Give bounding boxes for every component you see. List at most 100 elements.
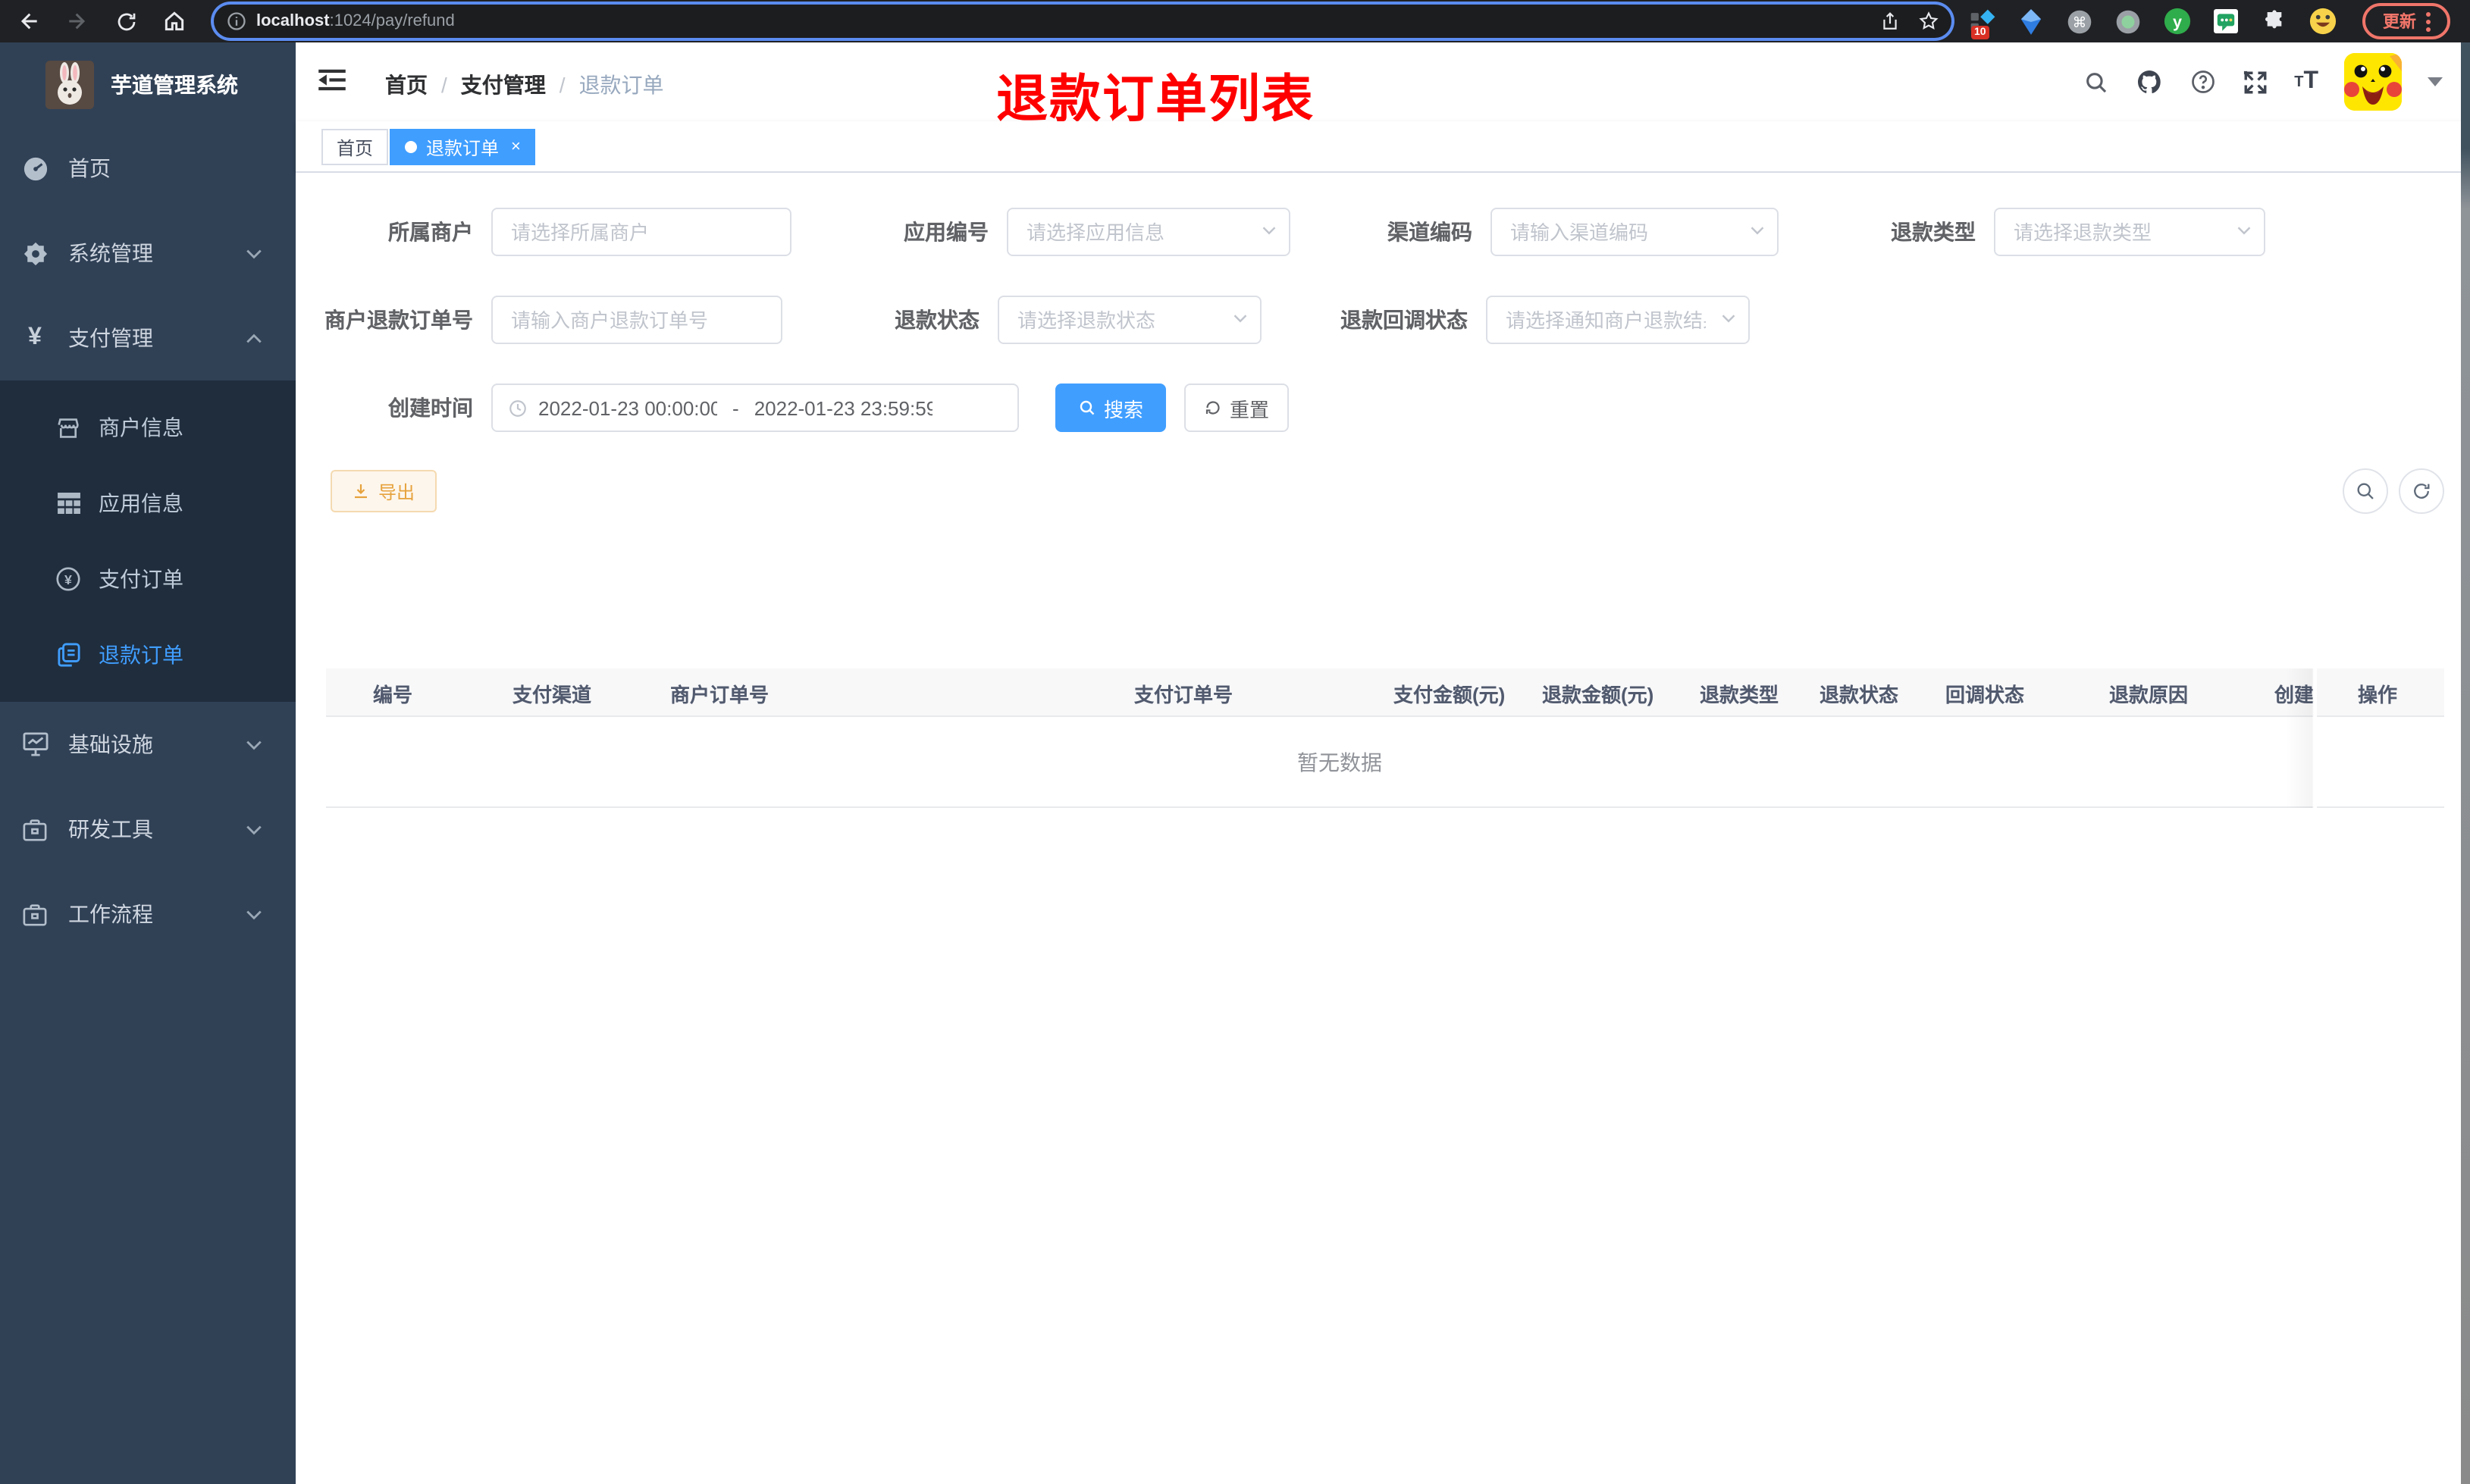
- extension-y-icon[interactable]: y: [2162, 7, 2191, 36]
- chevron-down-icon: [246, 739, 262, 750]
- active-dot-icon: [405, 141, 417, 153]
- merchant-input[interactable]: [491, 208, 791, 256]
- bookmark-star-icon[interactable]: [1918, 11, 1939, 32]
- extension-chat-icon[interactable]: [2211, 7, 2240, 36]
- store-icon: [56, 416, 80, 439]
- toolbox-icon: [21, 818, 49, 841]
- channel-select[interactable]: [1490, 208, 1779, 256]
- refresh-button[interactable]: [2399, 468, 2444, 514]
- search-icon[interactable]: [2083, 69, 2109, 95]
- share-icon[interactable]: [1880, 11, 1900, 32]
- sidebar-item-label: 基础设施: [68, 732, 153, 756]
- extensions-strip: 10 ⌘ y: [1968, 0, 2337, 42]
- sidebar-item-workflow[interactable]: 工作流程: [0, 872, 296, 956]
- sidebar-item-label: 退款订单: [99, 643, 183, 667]
- sidebar-item-label: 首页: [68, 156, 111, 180]
- extension-emoji-icon[interactable]: [2308, 7, 2337, 36]
- site-info-icon[interactable]: [226, 11, 247, 32]
- chevron-down-icon: [246, 248, 262, 258]
- tab-home[interactable]: 首页: [321, 129, 389, 165]
- breadcrumb-home[interactable]: 首页: [385, 70, 428, 100]
- sidebar-item-pay-order[interactable]: ¥ 支付订单: [0, 541, 296, 617]
- avatar-caret-icon[interactable]: [2428, 77, 2443, 86]
- window-scrollbar[interactable]: [2461, 42, 2470, 1484]
- show-search-button[interactable]: [2343, 468, 2388, 514]
- forward-icon[interactable]: [58, 2, 97, 41]
- sidebar-item-payment[interactable]: ¥ 支付管理: [0, 296, 296, 380]
- url-bar[interactable]: localhost:1024/pay/refund: [214, 5, 1951, 38]
- filter-app: 应用编号: [825, 208, 1290, 256]
- search-button[interactable]: 搜索: [1055, 384, 1166, 432]
- breadcrumb-payment[interactable]: 支付管理: [461, 70, 546, 100]
- col-callback-status: 回调状态: [1945, 683, 2025, 706]
- extension-puzzle-icon[interactable]: [2259, 7, 2288, 36]
- filter-channel: 渠道编码: [1309, 208, 1779, 256]
- sidebar-item-label: 应用信息: [99, 491, 183, 515]
- col-pay-channel: 支付渠道: [512, 683, 592, 706]
- payment-submenu: 商户信息 应用信息 ¥ 支付订单 退款订单: [0, 380, 296, 702]
- extension-blocks-icon[interactable]: 10: [1968, 7, 1997, 39]
- refund-status-select[interactable]: [998, 296, 1262, 344]
- url-text: localhost:1024/pay/refund: [256, 12, 455, 30]
- col-refund-reason: 退款原因: [2109, 683, 2189, 706]
- dashboard-icon: [21, 155, 49, 181]
- svg-text:¥: ¥: [64, 572, 72, 587]
- tags-view-bar: 首页 退款订单 ×: [296, 121, 2470, 173]
- fixed-column-divider: [2285, 668, 2317, 808]
- tab-refund-order[interactable]: 退款订单 ×: [390, 129, 536, 165]
- home-icon[interactable]: [155, 2, 194, 41]
- sidebar-item-merchant-info[interactable]: 商户信息: [0, 390, 296, 465]
- date-end: 2022-01-23 23:59:59: [754, 396, 933, 419]
- refund-doc-icon: [56, 643, 80, 667]
- app-select[interactable]: [1007, 208, 1290, 256]
- collapse-sidebar-button[interactable]: [318, 68, 346, 92]
- sidebar-item-app-info[interactable]: 应用信息: [0, 465, 296, 541]
- notify-status-select[interactable]: [1486, 296, 1750, 344]
- reset-button[interactable]: 重置: [1184, 384, 1289, 432]
- close-tab-icon[interactable]: ×: [511, 138, 521, 156]
- extension-command-icon[interactable]: ⌘: [2065, 7, 2094, 36]
- github-icon[interactable]: [2135, 68, 2164, 95]
- table-body: 暂无数据: [326, 717, 2444, 808]
- fullscreen-icon[interactable]: [2243, 69, 2268, 95]
- extension-circle-icon[interactable]: [2114, 7, 2142, 36]
- monitor-icon: [21, 732, 49, 756]
- clock-icon: [508, 398, 528, 418]
- sidebar: 芋道管理系统 首页 系统管理 ¥ 支付管理 商户信息 应用信息 ¥ 支付订单 退…: [0, 42, 296, 1484]
- browser-menu-dots-icon[interactable]: [2425, 11, 2430, 31]
- empty-text: 暂无数据: [1297, 750, 1382, 775]
- filter-merchant-refund-no: 商户退款订单号: [309, 296, 782, 344]
- user-avatar[interactable]: [2344, 53, 2402, 111]
- sidebar-item-label: 支付管理: [68, 326, 153, 350]
- chevron-down-icon: [246, 824, 262, 834]
- sidebar-item-system[interactable]: 系统管理: [0, 211, 296, 296]
- extension-gem-icon[interactable]: [2017, 7, 2045, 36]
- sidebar-item-devtools[interactable]: 研发工具: [0, 787, 296, 872]
- refund-type-select[interactable]: [1994, 208, 2265, 256]
- font-size-icon[interactable]: TT: [2294, 68, 2318, 95]
- sidebar-item-infra[interactable]: 基础设施: [0, 702, 296, 787]
- col-refund-amount: 退款金额(元): [1542, 683, 1654, 706]
- sidebar-item-refund-order[interactable]: 退款订单: [0, 617, 296, 693]
- help-icon[interactable]: [2189, 68, 2217, 95]
- svg-text:y: y: [2172, 12, 2181, 31]
- col-pay-amount: 支付金额(元): [1393, 683, 1506, 706]
- date-range-picker[interactable]: 2022-01-23 00:00:00 - 2022-01-23 23:59:5…: [491, 384, 1019, 432]
- svg-text:⌘: ⌘: [2073, 14, 2087, 30]
- date-start: 2022-01-23 00:00:00: [538, 396, 717, 419]
- logo-avatar: [45, 60, 94, 108]
- content: 所属商户 应用编号 渠道编码: [296, 173, 2470, 1484]
- back-icon[interactable]: [9, 2, 49, 41]
- top-navbar: 首页 / 支付管理 / 退款订单 退款订单列表 T T: [296, 42, 2470, 129]
- reload-icon[interactable]: [106, 2, 146, 41]
- app-title: 芋道管理系统: [111, 72, 238, 96]
- briefcase-icon: [21, 903, 49, 925]
- gear-icon: [21, 240, 49, 266]
- update-button[interactable]: 更新: [2362, 3, 2450, 39]
- sidebar-item-home[interactable]: 首页: [0, 126, 296, 211]
- chevron-down-icon: [246, 909, 262, 919]
- export-button[interactable]: 导出: [331, 470, 437, 512]
- filter-notify-status: 退款回调状态: [1304, 296, 1750, 344]
- yen-circle-icon: ¥: [56, 567, 80, 591]
- merchant-refund-no-input[interactable]: [491, 296, 782, 344]
